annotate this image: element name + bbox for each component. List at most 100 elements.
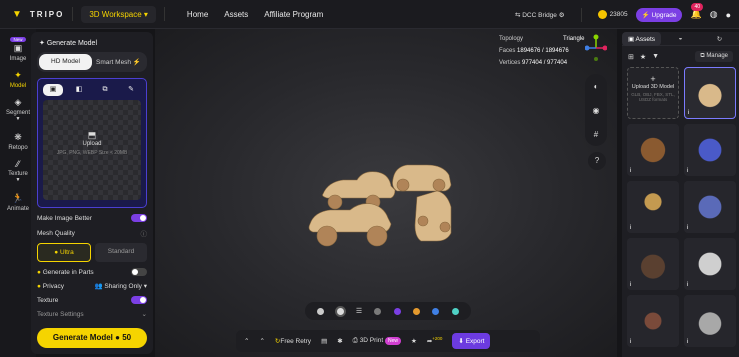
- tab-assets[interactable]: ▣ Assets: [622, 31, 661, 46]
- lightning-icon: ⚡: [132, 59, 141, 66]
- topology-label: Topology: [499, 36, 524, 42]
- input-mode-tabs: ▣ ◧ ⧉ ✎: [43, 84, 141, 96]
- divider: [163, 7, 165, 21]
- asset-thumbnail[interactable]: i: [684, 67, 736, 119]
- asset-thumbnail[interactable]: i: [684, 181, 736, 233]
- tab-smart-mesh[interactable]: Smart Mesh ⚡: [92, 54, 145, 70]
- asset-thumbnail[interactable]: i: [684, 238, 736, 290]
- upload-3d-model-tile[interactable]: + Upload 3D Model GLB, OBJ, FBX, STL, US…: [627, 67, 679, 119]
- panel-title: ✦ Generate Model: [37, 37, 147, 52]
- color-swatch[interactable]: [432, 307, 440, 315]
- coin-icon: [597, 10, 607, 19]
- upload-3d-hint: GLB, OBJ, FBX, STL, USDZ formats: [631, 92, 675, 102]
- tab-history-icon[interactable]: ↻: [700, 35, 739, 43]
- upload-dropzone[interactable]: ⬒ Upload JPG, PNG, WEBP Size < 20MB: [43, 100, 141, 200]
- grid-icon[interactable]: #: [594, 130, 598, 139]
- nav-home[interactable]: Home: [187, 10, 208, 19]
- favorites-star-icon[interactable]: ★: [640, 53, 646, 61]
- credits-display[interactable]: 23805: [597, 10, 628, 19]
- color-swatch[interactable]: [393, 307, 401, 315]
- batch-tab-icon[interactable]: ⧉: [95, 84, 115, 96]
- axis-gizmo-icon[interactable]: [585, 33, 607, 63]
- asset-thumbnail[interactable]: i: [627, 238, 679, 290]
- nav-assets[interactable]: Assets: [224, 10, 248, 19]
- mesh-stats: Topology Triangle Faces 1894676 / 1894676…: [499, 33, 585, 69]
- export-button[interactable]: ⬇ Export: [452, 333, 491, 349]
- texture-toggle[interactable]: [131, 296, 147, 304]
- nav-item-label: Model: [9, 83, 27, 89]
- vertices-label: Vertices: [499, 60, 521, 66]
- camera-icon[interactable]: ◉: [593, 106, 600, 115]
- multi-view-tab-icon[interactable]: ◧: [69, 84, 89, 96]
- print-icon: ⎙: [352, 337, 360, 344]
- upgrade-label: Upgrade: [651, 11, 677, 19]
- nav-item-label: Retopo: [8, 145, 28, 151]
- color-swatch-selected[interactable]: [336, 307, 344, 315]
- asset-thumbnail[interactable]: i: [627, 295, 679, 347]
- make-better-toggle[interactable]: [131, 214, 147, 222]
- make-better-label: Make Image Better: [37, 214, 92, 222]
- color-swatch[interactable]: [374, 307, 382, 315]
- nav-affiliate-program[interactable]: Affiliate Program: [264, 10, 323, 19]
- mesh-quality-row: Mesh Quality ⓘ: [37, 228, 147, 239]
- help-icon[interactable]: ?: [588, 152, 606, 170]
- text-prompt-tab-icon[interactable]: ✎: [121, 84, 141, 96]
- info-icon[interactable]: i: [630, 168, 631, 174]
- info-icon[interactable]: i: [687, 168, 688, 174]
- divider: [72, 7, 74, 21]
- upload-label: Upload: [82, 141, 102, 147]
- texture-settings-row[interactable]: Texture Settings ⌄: [37, 310, 147, 319]
- info-icon[interactable]: i: [630, 282, 631, 288]
- gallery-icon[interactable]: ▤: [321, 337, 327, 345]
- upgrade-icon: ⚡: [641, 11, 650, 19]
- topology-row: Topology Triangle: [499, 33, 585, 45]
- redo-icon[interactable]: ⌃: [259, 337, 264, 345]
- asset-thumbnail[interactable]: i: [684, 295, 736, 347]
- upgrade-button[interactable]: ⚡ Upgrade: [635, 7, 683, 22]
- info-icon[interactable]: i: [630, 339, 631, 345]
- settings-icon[interactable]: ✱: [337, 337, 342, 345]
- generate-model-button[interactable]: Generate Model ● 50: [37, 328, 147, 348]
- brand-logo[interactable]: ▼ TRIPO: [12, 9, 64, 20]
- globe-icon[interactable]: ◍: [710, 9, 718, 20]
- info-icon[interactable]: i: [687, 225, 688, 231]
- view-mode-icon[interactable]: ◐: [594, 82, 599, 91]
- color-swatch[interactable]: [413, 307, 421, 315]
- color-swatch[interactable]: [451, 307, 459, 315]
- people-icon: 👥: [94, 283, 105, 290]
- free-retry-button[interactable]: ↻Free Retry: [275, 337, 311, 345]
- avatar-icon[interactable]: ●: [726, 10, 731, 20]
- view-grid-icon[interactable]: ⊞: [628, 53, 634, 61]
- tab-materials-icon[interactable]: ◒: [661, 35, 700, 42]
- info-icon[interactable]: i: [687, 282, 688, 288]
- 3d-print-button[interactable]: ⎙ 3D Print New: [353, 337, 401, 345]
- quality-standard-button[interactable]: Standard: [95, 243, 147, 262]
- color-swatch[interactable]: [317, 307, 325, 315]
- info-icon[interactable]: i: [687, 339, 688, 345]
- faces-row: Faces 1894676 / 1894676: [499, 45, 585, 57]
- filter-icon[interactable]: ▼: [652, 53, 659, 60]
- share-icon[interactable]: ➦+200: [427, 336, 443, 345]
- generate-parts-toggle[interactable]: [131, 268, 147, 276]
- material-color-bar: ☰: [305, 302, 471, 320]
- asset-thumbnail[interactable]: i: [684, 124, 736, 176]
- list-icon[interactable]: ☰: [356, 307, 362, 315]
- info-icon[interactable]: i: [630, 225, 631, 231]
- main-nav: Home Assets Affiliate Program: [187, 10, 323, 19]
- tab-hd-model[interactable]: HD Model: [39, 54, 92, 70]
- workspace-dropdown[interactable]: 3D Workspace ▾: [81, 5, 156, 23]
- nav-item-label: Image: [9, 56, 27, 62]
- info-icon[interactable]: i: [688, 110, 689, 116]
- quality-ultra-button[interactable]: ● Ultra: [37, 243, 91, 262]
- manage-button[interactable]: ⧉ Manage: [695, 51, 733, 62]
- asset-thumbnail[interactable]: i: [627, 124, 679, 176]
- asset-thumbnail[interactable]: i: [627, 181, 679, 233]
- undo-icon[interactable]: ⌃: [244, 337, 249, 345]
- star-icon[interactable]: ★: [411, 337, 417, 345]
- settings-small-icon: ⚙: [558, 11, 565, 19]
- assets-panel: ▣ Assets ◒ ↻ ⊞ ★ ▼ ⧉ Manage + Upload 3D …: [622, 31, 739, 357]
- single-image-tab-icon[interactable]: ▣: [43, 84, 63, 96]
- sharing-dropdown[interactable]: 👥 Sharing Only ▾: [94, 282, 147, 290]
- 3d-viewport[interactable]: Topology Triangle Faces 1894676 / 1894676…: [155, 29, 617, 357]
- dcc-bridge-button[interactable]: ⇆ DCC Bridge ⚙: [515, 11, 565, 19]
